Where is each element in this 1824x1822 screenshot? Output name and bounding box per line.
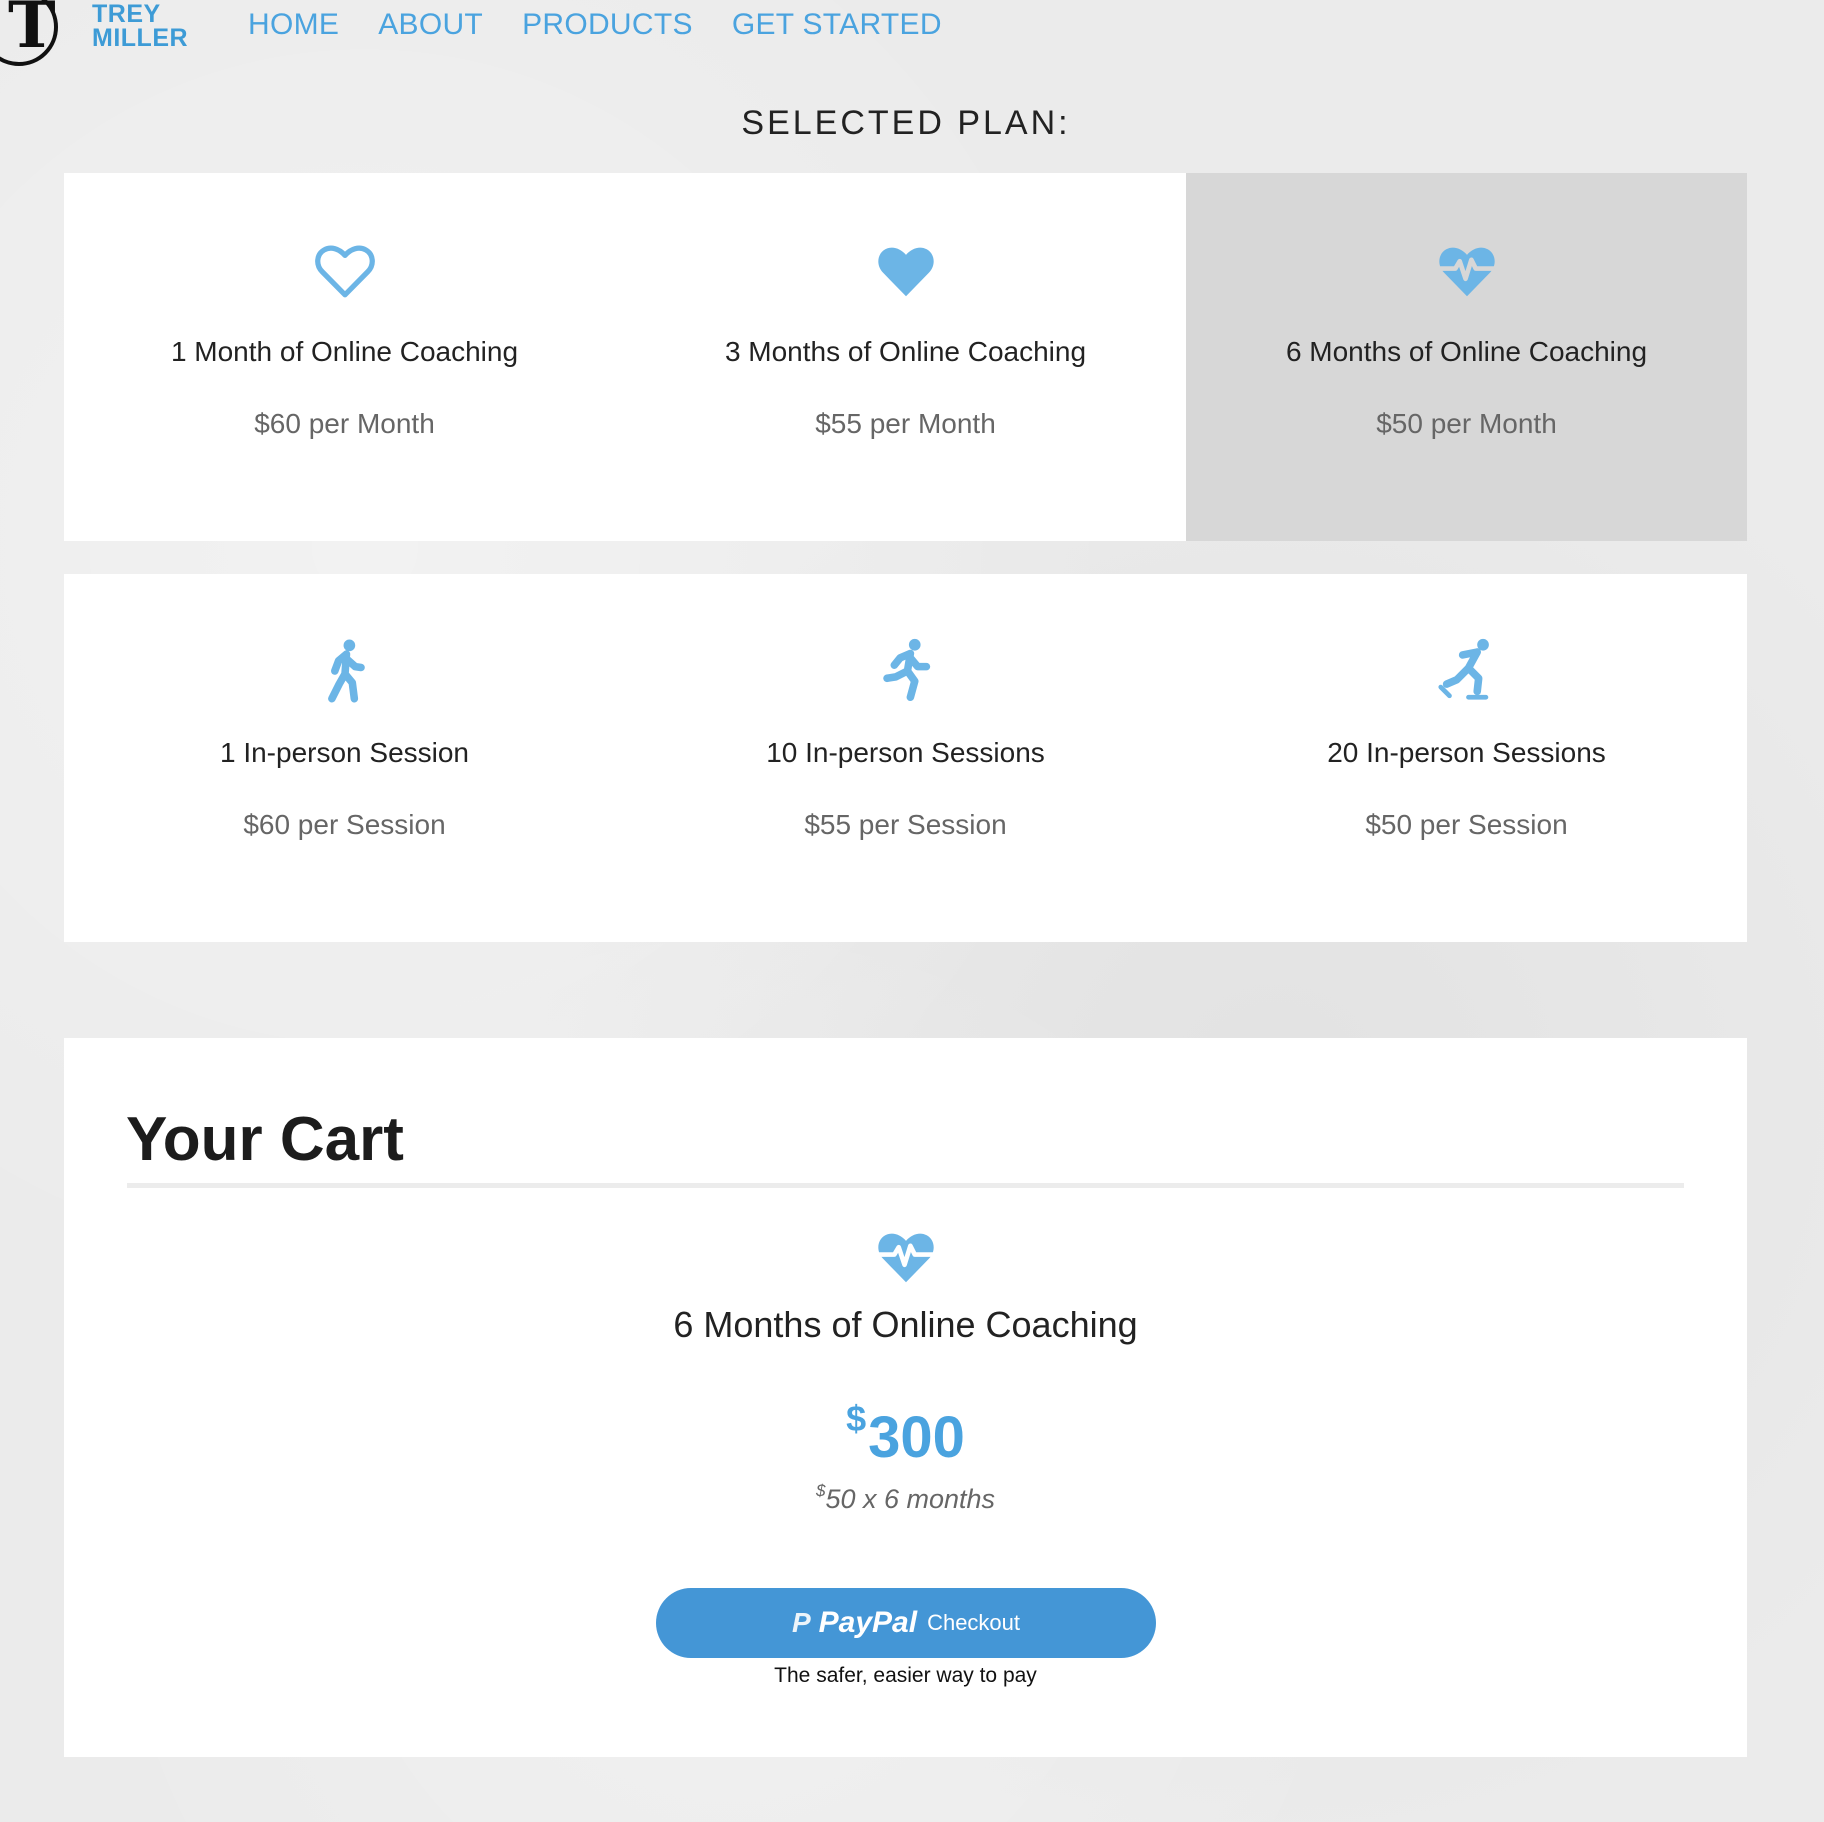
logo-text-line1: TREY [92,0,161,28]
plan-price: $55 per Session [804,809,1007,840]
paypal-checkout-label: Checkout [927,1610,1021,1635]
paypal-checkout-button[interactable]: P PayPal Checkout [656,1588,1156,1658]
plan-card-1-month[interactable]: 1 Month of Online Coaching $60 per Month [64,173,625,541]
nav-get-started-link[interactable]: GET STARTED [732,8,942,42]
plan-price: $60 per Month [254,408,435,439]
heart-outline-icon [64,235,625,305]
cart-price-breakdown: $50 x 6 months [64,1481,1747,1515]
plan-price: $60 per Session [243,809,446,840]
plan-price: $55 per Month [815,408,996,439]
plan-price: $50 per Month [1376,408,1557,439]
paypal-tagline: The safer, easier way to pay [774,1664,1037,1687]
cart-total-amount: 300 [868,1405,965,1470]
nav-links: HOME ABOUT PRODUCTS GET STARTED [248,8,942,42]
heart-icon [625,235,1186,305]
currency-symbol: $ [846,1398,867,1439]
plan-card-6-months[interactable]: 6 Months of Online Coaching $50 per Mont… [1186,173,1747,541]
running-icon [625,636,1186,706]
top-nav: T TREY MILLER HOME ABOUT PRODUCTS GET ST… [0,0,1824,90]
plan-name: 10 In-person Sessions [766,737,1045,768]
plan-name: 20 In-person Sessions [1327,737,1606,768]
cart-divider [127,1183,1684,1188]
cart-title: Your Cart [126,1105,404,1174]
plan-card-20-sessions[interactable]: 20 In-person Sessions $50 per Session [1186,574,1747,942]
cart-panel: Your Cart 6 Months of Online Coaching $3… [64,1038,1747,1757]
plan-card-3-months[interactable]: 3 Months of Online Coaching $55 per Mont… [625,173,1186,541]
cart-breakdown-text: 50 x 6 months [825,1484,996,1514]
nav-products-link[interactable]: PRODUCTS [522,8,693,42]
selected-plan-heading: SELECTED PLAN: [741,104,1071,142]
skating-icon [1186,636,1747,706]
plan-name: 1 In-person Session [219,737,470,768]
nav-about-link[interactable]: ABOUT [378,8,483,42]
plan-name: 1 Month of Online Coaching [170,336,519,367]
currency-symbol: $ [815,1481,826,1500]
paypal-logo-icon: P [791,1607,811,1638]
plan-name: 3 Months of Online Coaching [724,336,1087,367]
plan-card-1-session[interactable]: 1 In-person Session $60 per Session [64,574,625,942]
cart-item-name: 6 Months of Online Coaching [673,1304,1138,1345]
nav-home-link[interactable]: HOME [248,8,339,42]
heartbeat-icon [1186,235,1747,305]
online-plans-row: 1 Month of Online Coaching $60 per Month… [64,173,1747,541]
in-person-plans-row: 1 In-person Session $60 per Session 10 I… [64,574,1747,942]
logo-text[interactable]: TREY MILLER [92,0,189,52]
plan-card-10-sessions[interactable]: 10 In-person Sessions $55 per Session [625,574,1186,942]
logo-letter: T [8,0,56,63]
plan-price: $50 per Session [1365,809,1568,840]
plan-name: 6 Months of Online Coaching [1285,336,1648,367]
cart-total: $300 [64,1398,1747,1471]
paypal-wordmark: PayPal [818,1606,918,1639]
logo-text-line2: MILLER [92,24,189,52]
walking-icon [64,636,625,706]
heartbeat-icon [64,1221,1747,1291]
